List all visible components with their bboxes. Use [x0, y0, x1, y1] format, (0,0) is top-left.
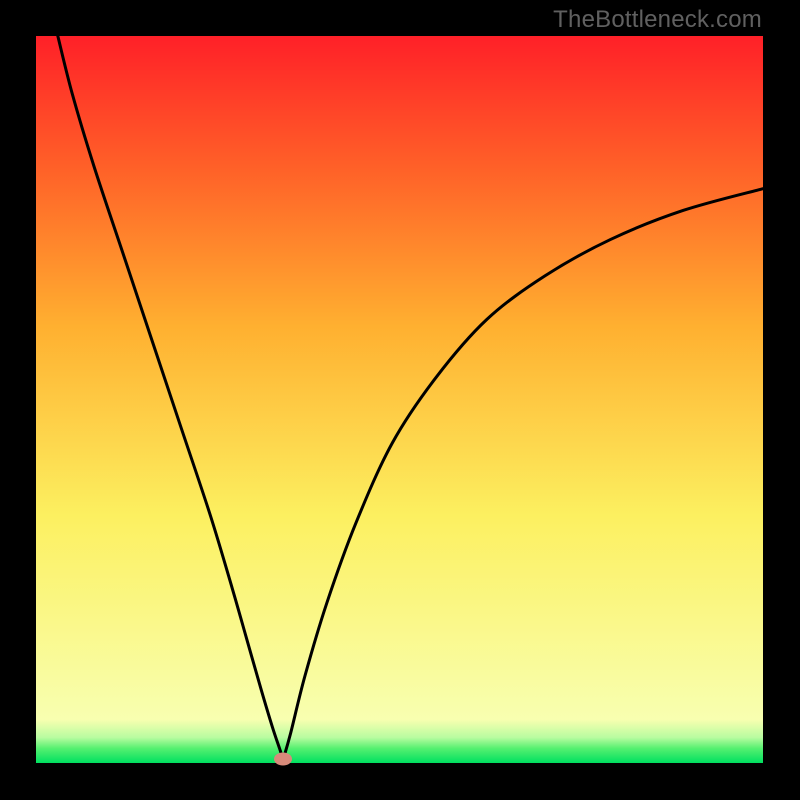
watermark-text: TheBottleneck.com — [553, 6, 762, 34]
bottleneck-curve — [36, 36, 763, 763]
chart-frame: TheBottleneck.com — [0, 0, 800, 800]
bottleneck-minimum-marker — [274, 753, 292, 766]
plot-area — [36, 36, 763, 763]
